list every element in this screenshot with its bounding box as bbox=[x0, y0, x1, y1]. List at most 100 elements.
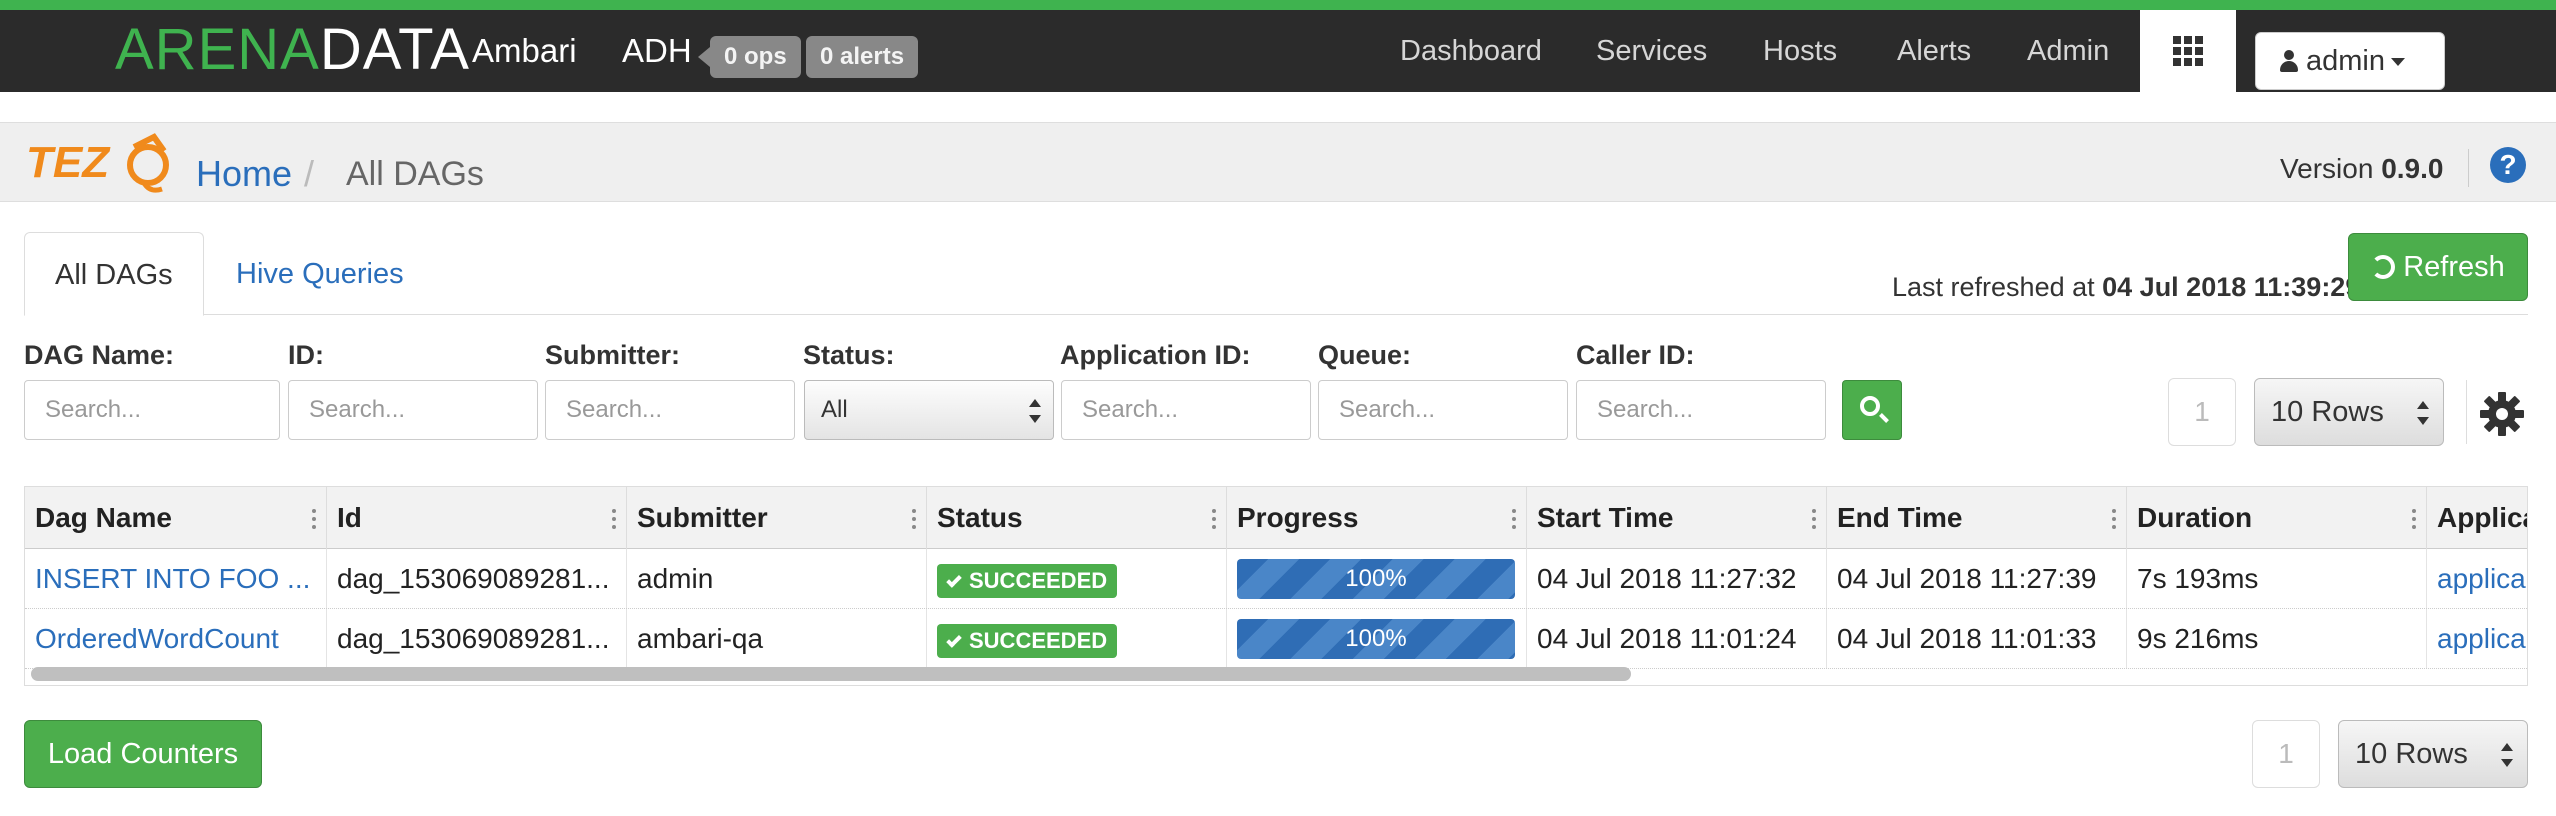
breadcrumb-home[interactable]: Home bbox=[196, 153, 292, 195]
end-time: 04 Jul 2018 11:27:39 bbox=[1827, 549, 2127, 608]
dag-name-search-input[interactable]: Search... bbox=[24, 380, 280, 440]
column-header-progress[interactable]: Progress bbox=[1227, 487, 1527, 549]
column-header-submitter[interactable]: Submitter bbox=[627, 487, 927, 549]
filter-label-application-id: Application ID: bbox=[1060, 340, 1251, 370]
dag-id: dag_153069089281... bbox=[327, 609, 627, 668]
column-header-dag-name[interactable]: Dag Name bbox=[25, 487, 327, 549]
alerts-badge[interactable]: 0 alerts bbox=[806, 36, 919, 78]
nav-services[interactable]: Services bbox=[1596, 10, 1707, 92]
grid-icon bbox=[2173, 36, 2203, 66]
views-menu-button[interactable] bbox=[2140, 10, 2236, 92]
check-icon bbox=[946, 631, 962, 648]
filter-label-caller-id: Caller ID: bbox=[1576, 340, 1695, 370]
arenadata-logo[interactable]: ARENADATA bbox=[115, 20, 470, 80]
column-menu-icon[interactable] bbox=[2112, 509, 2116, 529]
progress-cell: 100% bbox=[1227, 609, 1527, 668]
page-number-bottom[interactable]: 1 bbox=[2252, 720, 2320, 788]
rows-per-page-select[interactable]: 10 Rows bbox=[2254, 378, 2444, 446]
start-time: 04 Jul 2018 11:01:24 bbox=[1527, 609, 1827, 668]
user-icon bbox=[2280, 50, 2298, 72]
column-header-status[interactable]: Status bbox=[927, 487, 1227, 549]
user-menu-button[interactable]: admin bbox=[2255, 32, 2445, 90]
tez-logo[interactable]: TEZ bbox=[26, 131, 176, 197]
cluster-name[interactable]: ADH bbox=[622, 32, 692, 70]
caller-id-search-input[interactable]: Search... bbox=[1576, 380, 1826, 440]
filter-label-dag-name: DAG Name: bbox=[24, 340, 175, 370]
select-arrows-icon bbox=[2417, 401, 2429, 425]
breadcrumb-separator: / bbox=[304, 153, 315, 194]
end-time: 04 Jul 2018 11:01:33 bbox=[1827, 609, 2127, 668]
page-number[interactable]: 1 bbox=[2168, 378, 2236, 446]
status-select[interactable]: All bbox=[804, 380, 1054, 440]
duration: 9s 216ms bbox=[2127, 609, 2427, 668]
application-link[interactable]: applica bbox=[2427, 549, 2527, 608]
nav-admin[interactable]: Admin bbox=[2027, 10, 2109, 92]
application-id-search-input[interactable]: Search... bbox=[1061, 380, 1311, 440]
nav-alerts[interactable]: Alerts bbox=[1897, 10, 1971, 92]
column-header-id[interactable]: Id bbox=[327, 487, 627, 549]
start-time: 04 Jul 2018 11:27:32 bbox=[1527, 549, 1827, 608]
submitter: ambari-qa bbox=[627, 609, 927, 668]
last-refreshed-time: 04 Jul 2018 11:39:29 bbox=[2102, 272, 2361, 302]
application-link[interactable]: applica bbox=[2427, 609, 2527, 668]
table-row: INSERT INTO FOO ... dag_153069089281... … bbox=[25, 549, 2527, 609]
select-arrows-icon bbox=[2501, 743, 2513, 767]
gear-icon[interactable] bbox=[2478, 390, 2526, 438]
rows-per-page-select-bottom[interactable]: 10 Rows bbox=[2338, 720, 2528, 788]
app-title[interactable]: Ambari bbox=[472, 32, 577, 70]
table-header: Dag Name Id Submitter Status Progress St… bbox=[25, 487, 2527, 549]
submitter: admin bbox=[627, 549, 927, 608]
column-menu-icon[interactable] bbox=[1512, 509, 1516, 529]
nav-dashboard[interactable]: Dashboard bbox=[1400, 10, 1542, 92]
search-icon bbox=[1860, 396, 1880, 416]
status-cell: SUCCEEDED bbox=[927, 609, 1227, 668]
dags-table: Dag Name Id Submitter Status Progress St… bbox=[24, 486, 2528, 686]
progress-cell: 100% bbox=[1227, 549, 1527, 608]
id-search-input[interactable]: Search... bbox=[288, 380, 538, 440]
dag-id: dag_153069089281... bbox=[327, 549, 627, 608]
column-header-end-time[interactable]: End Time bbox=[1827, 487, 2127, 549]
submitter-search-input[interactable]: Search... bbox=[545, 380, 795, 440]
status-badge: SUCCEEDED bbox=[937, 563, 1118, 598]
ops-badge[interactable]: 0 ops bbox=[698, 36, 801, 78]
progress-label: 100% bbox=[1345, 625, 1407, 652]
duration: 7s 193ms bbox=[2127, 549, 2427, 608]
progress-label: 100% bbox=[1345, 565, 1407, 592]
filter-label-queue: Queue: bbox=[1318, 340, 1412, 370]
filter-label-status: Status: bbox=[803, 340, 895, 370]
select-arrows-icon bbox=[1029, 399, 1041, 423]
status-badge: SUCCEEDED bbox=[937, 623, 1118, 658]
dag-name-link[interactable]: INSERT INTO FOO ... bbox=[25, 549, 327, 608]
queue-search-input[interactable]: Search... bbox=[1318, 380, 1568, 440]
breadcrumb-current: All DAGs bbox=[346, 155, 484, 193]
column-menu-icon[interactable] bbox=[912, 509, 916, 529]
table-row: OrderedWordCount dag_153069089281... amb… bbox=[25, 609, 2527, 669]
nav-hosts[interactable]: Hosts bbox=[1763, 10, 1837, 92]
tab-hive-queries[interactable]: Hive Queries bbox=[206, 232, 434, 316]
divider bbox=[2466, 380, 2467, 444]
progress-bar: 100% bbox=[1237, 619, 1515, 659]
caret-down-icon bbox=[2391, 58, 2405, 66]
search-button[interactable] bbox=[1842, 380, 1902, 440]
refresh-button[interactable]: Refresh bbox=[2348, 233, 2528, 301]
column-header-start-time[interactable]: Start Time bbox=[1527, 487, 1827, 549]
load-counters-button[interactable]: Load Counters bbox=[24, 720, 262, 788]
check-icon bbox=[946, 571, 962, 588]
column-menu-icon[interactable] bbox=[612, 509, 616, 529]
tab-all-dags[interactable]: All DAGs bbox=[24, 232, 204, 316]
version-value: 0.9.0 bbox=[2381, 153, 2444, 184]
divider bbox=[2468, 149, 2469, 187]
status-cell: SUCCEEDED bbox=[927, 549, 1227, 608]
column-header-duration[interactable]: Duration bbox=[2127, 487, 2427, 549]
column-header-application[interactable]: Applica bbox=[2427, 487, 2527, 549]
column-menu-icon[interactable] bbox=[312, 509, 316, 529]
question-icon[interactable]: ? bbox=[2490, 147, 2526, 183]
progress-bar: 100% bbox=[1237, 559, 1515, 599]
version-info: Version 0.9.0 bbox=[2280, 153, 2444, 184]
horizontal-scrollbar[interactable] bbox=[31, 667, 1631, 681]
column-menu-icon[interactable] bbox=[1212, 509, 1216, 529]
column-menu-icon[interactable] bbox=[2412, 509, 2416, 529]
column-menu-icon[interactable] bbox=[1812, 509, 1816, 529]
refresh-icon bbox=[2371, 255, 2396, 279]
dag-name-link[interactable]: OrderedWordCount bbox=[25, 609, 327, 668]
